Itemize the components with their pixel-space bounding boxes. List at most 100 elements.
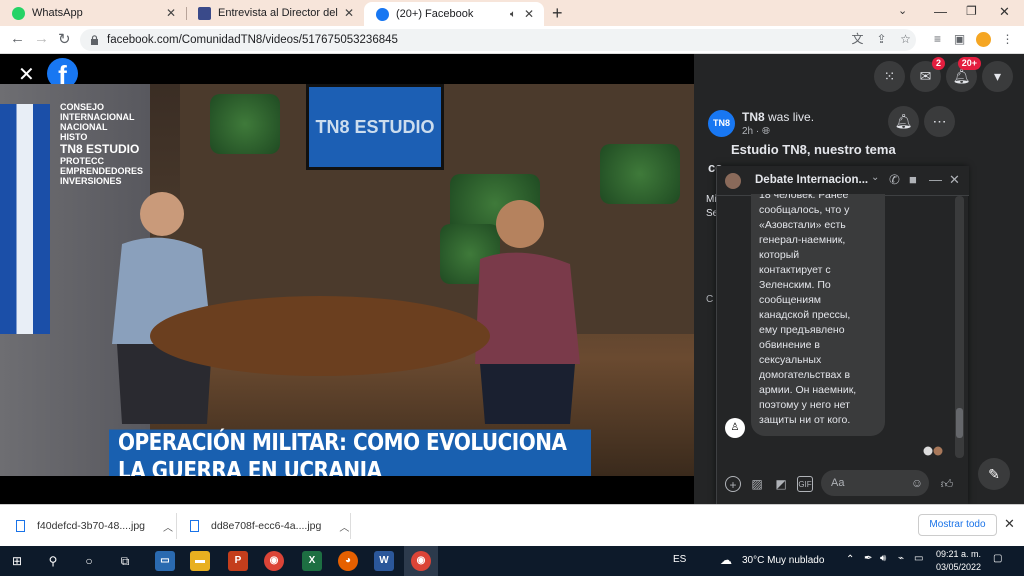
show-all-button[interactable]: Mostrar todo xyxy=(918,514,997,536)
notifications-icon[interactable]: 🔔︎ 20+ xyxy=(946,57,981,92)
account-menu-icon[interactable]: ▾ xyxy=(982,61,1013,92)
bookmark-star-icon[interactable]: ☆ xyxy=(898,32,913,47)
plus-icon[interactable]: + xyxy=(725,476,741,492)
message-line: сообщалось, что у xyxy=(759,204,850,216)
message-line: армии. Он наемник, xyxy=(759,384,857,396)
close-window-button[interactable]: ✕ xyxy=(999,4,1010,20)
share-icon[interactable]: ⇪ xyxy=(874,32,889,47)
task-view-icon[interactable]: ⧉ xyxy=(116,552,134,570)
search-icon[interactable]: ⚲ xyxy=(44,552,62,570)
like-icon[interactable]: 👍︎ xyxy=(939,476,955,492)
chat-header[interactable]: Debate Internacion... ⌄ ✆ ■ — ✕ xyxy=(717,166,969,196)
close-tab-icon[interactable]: ✕ xyxy=(166,6,176,20)
messenger-chat-window: Debate Internacion... ⌄ ✆ ■ — ✕ 18 челов… xyxy=(716,166,969,504)
translate-icon[interactable]: 文 xyxy=(850,32,865,47)
start-icon[interactable]: ⊞ xyxy=(8,552,26,570)
message-line: контактирует с xyxy=(759,264,831,276)
speaker-icon[interactable]: 🔈︎ xyxy=(510,9,516,20)
message-line: поэтому у него нет xyxy=(759,399,850,411)
page-name-link[interactable]: TN8 xyxy=(742,110,765,124)
video-viewer: ✕ f TN8 ESTUDIO CONSEJO INTERNACIONAL NA… xyxy=(0,54,694,504)
cortana-icon[interactable]: ○ xyxy=(80,552,98,570)
video-call-icon[interactable]: ■ xyxy=(909,172,917,187)
message-line: защиты ни от кого. xyxy=(759,414,851,426)
back-button[interactable]: ← xyxy=(10,30,25,47)
tab-facebook[interactable]: (20+) Facebook 🔈︎ ✕ xyxy=(364,2,544,26)
weather-text[interactable]: 30°C Muy nublado xyxy=(742,555,824,566)
chat-avatar xyxy=(725,173,741,189)
volume-icon[interactable]: 🔊︎ xyxy=(880,553,886,564)
monitor-app-icon[interactable]: ▭ xyxy=(155,551,175,571)
tab-whatsapp[interactable]: WhatsApp ✕ xyxy=(0,0,186,26)
pen-icon[interactable]: ✒ xyxy=(864,553,872,564)
chrome-icon[interactable]: ◉ xyxy=(264,551,284,571)
messenger-icon[interactable]: ✉ 2 xyxy=(910,57,945,92)
firefox-icon[interactable]: ◕ xyxy=(338,551,358,571)
facebook-icon xyxy=(376,7,389,21)
sender-avatar[interactable]: ♙ xyxy=(725,418,745,438)
close-tab-icon[interactable]: ✕ xyxy=(524,7,534,21)
message-line: сообщениям xyxy=(759,294,821,306)
excel-icon[interactable]: X xyxy=(302,551,322,571)
message-bubble: 18 человек. Ранее сообщалось, что у «Азовс… xyxy=(751,194,885,436)
clock-date[interactable]: 03/05/2022 xyxy=(936,562,981,572)
phone-icon[interactable]: ✆ xyxy=(889,172,900,188)
file-explorer-icon[interactable]: ▬ xyxy=(190,551,210,571)
message-line: канадской прессы, xyxy=(759,309,851,321)
close-tab-icon[interactable]: ✕ xyxy=(344,6,354,20)
reload-button[interactable]: ↻ xyxy=(58,30,71,48)
flag-image xyxy=(0,104,50,334)
whatsapp-icon xyxy=(12,6,25,20)
network-icon[interactable]: ⌁ xyxy=(898,553,904,564)
notification-center-icon[interactable]: ▢ xyxy=(993,553,1002,564)
close-chat-icon[interactable]: ✕ xyxy=(949,172,960,188)
chrome-active-icon[interactable]: ◉ xyxy=(411,551,431,571)
chevron-up-icon[interactable]: ︿ xyxy=(163,519,173,534)
forward-button[interactable]: → xyxy=(34,30,49,47)
downloads-bar: f40defcd-3b70-48....jpg ︿ dd8e708f-ecc6-… xyxy=(0,504,1024,546)
tab-search-icon[interactable]: ⌄ xyxy=(898,4,907,17)
download-item[interactable]: dd8e708f-ecc6-4a....jpg ︿ xyxy=(190,513,349,539)
word-icon[interactable]: W xyxy=(374,551,394,571)
browser-toolbar: ← → ↻ facebook.com/ComunidadTN8/videos/5… xyxy=(0,26,1024,54)
close-downloads-icon[interactable]: ✕ xyxy=(1004,516,1015,532)
emoji-icon[interactable]: ☺ xyxy=(909,475,925,491)
chat-title: Debate Internacion... xyxy=(755,174,869,186)
lower-third-banner: OPERACIÓN MILITAR: COMO EVOLUCIONA LA GU… xyxy=(109,428,591,476)
download-item[interactable]: f40defcd-3b70-48....jpg ︿ xyxy=(16,513,173,539)
message-line: ему предъявлено xyxy=(759,324,845,336)
new-message-button[interactable]: ✎ xyxy=(978,458,1010,490)
restore-button[interactable]: ❐ xyxy=(966,4,977,18)
powerpoint-icon[interactable]: P xyxy=(228,551,248,571)
minimize-chat-icon[interactable]: — xyxy=(929,172,942,187)
image-file-icon xyxy=(16,520,25,532)
menu-grid-icon[interactable]: ⁙ xyxy=(874,61,905,92)
chrome-menu-icon[interactable]: ⋮ xyxy=(1000,32,1015,47)
reading-list-icon[interactable]: ≡ xyxy=(930,32,945,47)
post-options-icon[interactable]: ⋯ xyxy=(924,106,955,137)
chevron-down-icon[interactable]: ⌄ xyxy=(871,172,879,183)
message-line: «Азовстали» есть xyxy=(759,219,846,231)
tab-crei[interactable]: Entrevista al Director del CREI, en ✕ xyxy=(186,0,364,26)
profile-avatar[interactable] xyxy=(976,32,991,47)
bell-follow-icon[interactable]: 🔔︎ xyxy=(888,106,919,137)
guest-person xyxy=(475,200,580,424)
new-tab-button[interactable]: + xyxy=(552,3,563,24)
minimize-button[interactable]: — xyxy=(934,4,947,19)
chevron-up-icon[interactable]: ︿ xyxy=(339,519,349,534)
chevron-up-icon[interactable]: ⌃ xyxy=(846,554,854,565)
battery-icon[interactable]: ▭ xyxy=(914,553,923,564)
clock-time[interactable]: 09:21 a. m. xyxy=(936,549,981,559)
weather-icon[interactable]: ☁ xyxy=(720,553,732,567)
address-bar[interactable]: facebook.com/ComunidadTN8/videos/5176750… xyxy=(80,29,916,51)
gif-icon[interactable]: GIF xyxy=(797,476,813,492)
post-title: Estudio TN8, nuestro tema xyxy=(731,142,896,157)
message-line: Зеленским. По xyxy=(759,279,831,291)
image-icon[interactable]: ▨ xyxy=(749,476,765,492)
page-avatar[interactable]: TN8 xyxy=(708,110,735,137)
chat-scrollbar[interactable] xyxy=(955,196,964,458)
sticker-icon[interactable]: ◩ xyxy=(773,476,789,492)
studio-monitor: TN8 ESTUDIO xyxy=(306,84,444,170)
video-frame[interactable]: TN8 ESTUDIO CONSEJO INTERNACIONAL NACION… xyxy=(0,84,694,476)
side-panel-icon[interactable]: ▣ xyxy=(952,32,967,47)
